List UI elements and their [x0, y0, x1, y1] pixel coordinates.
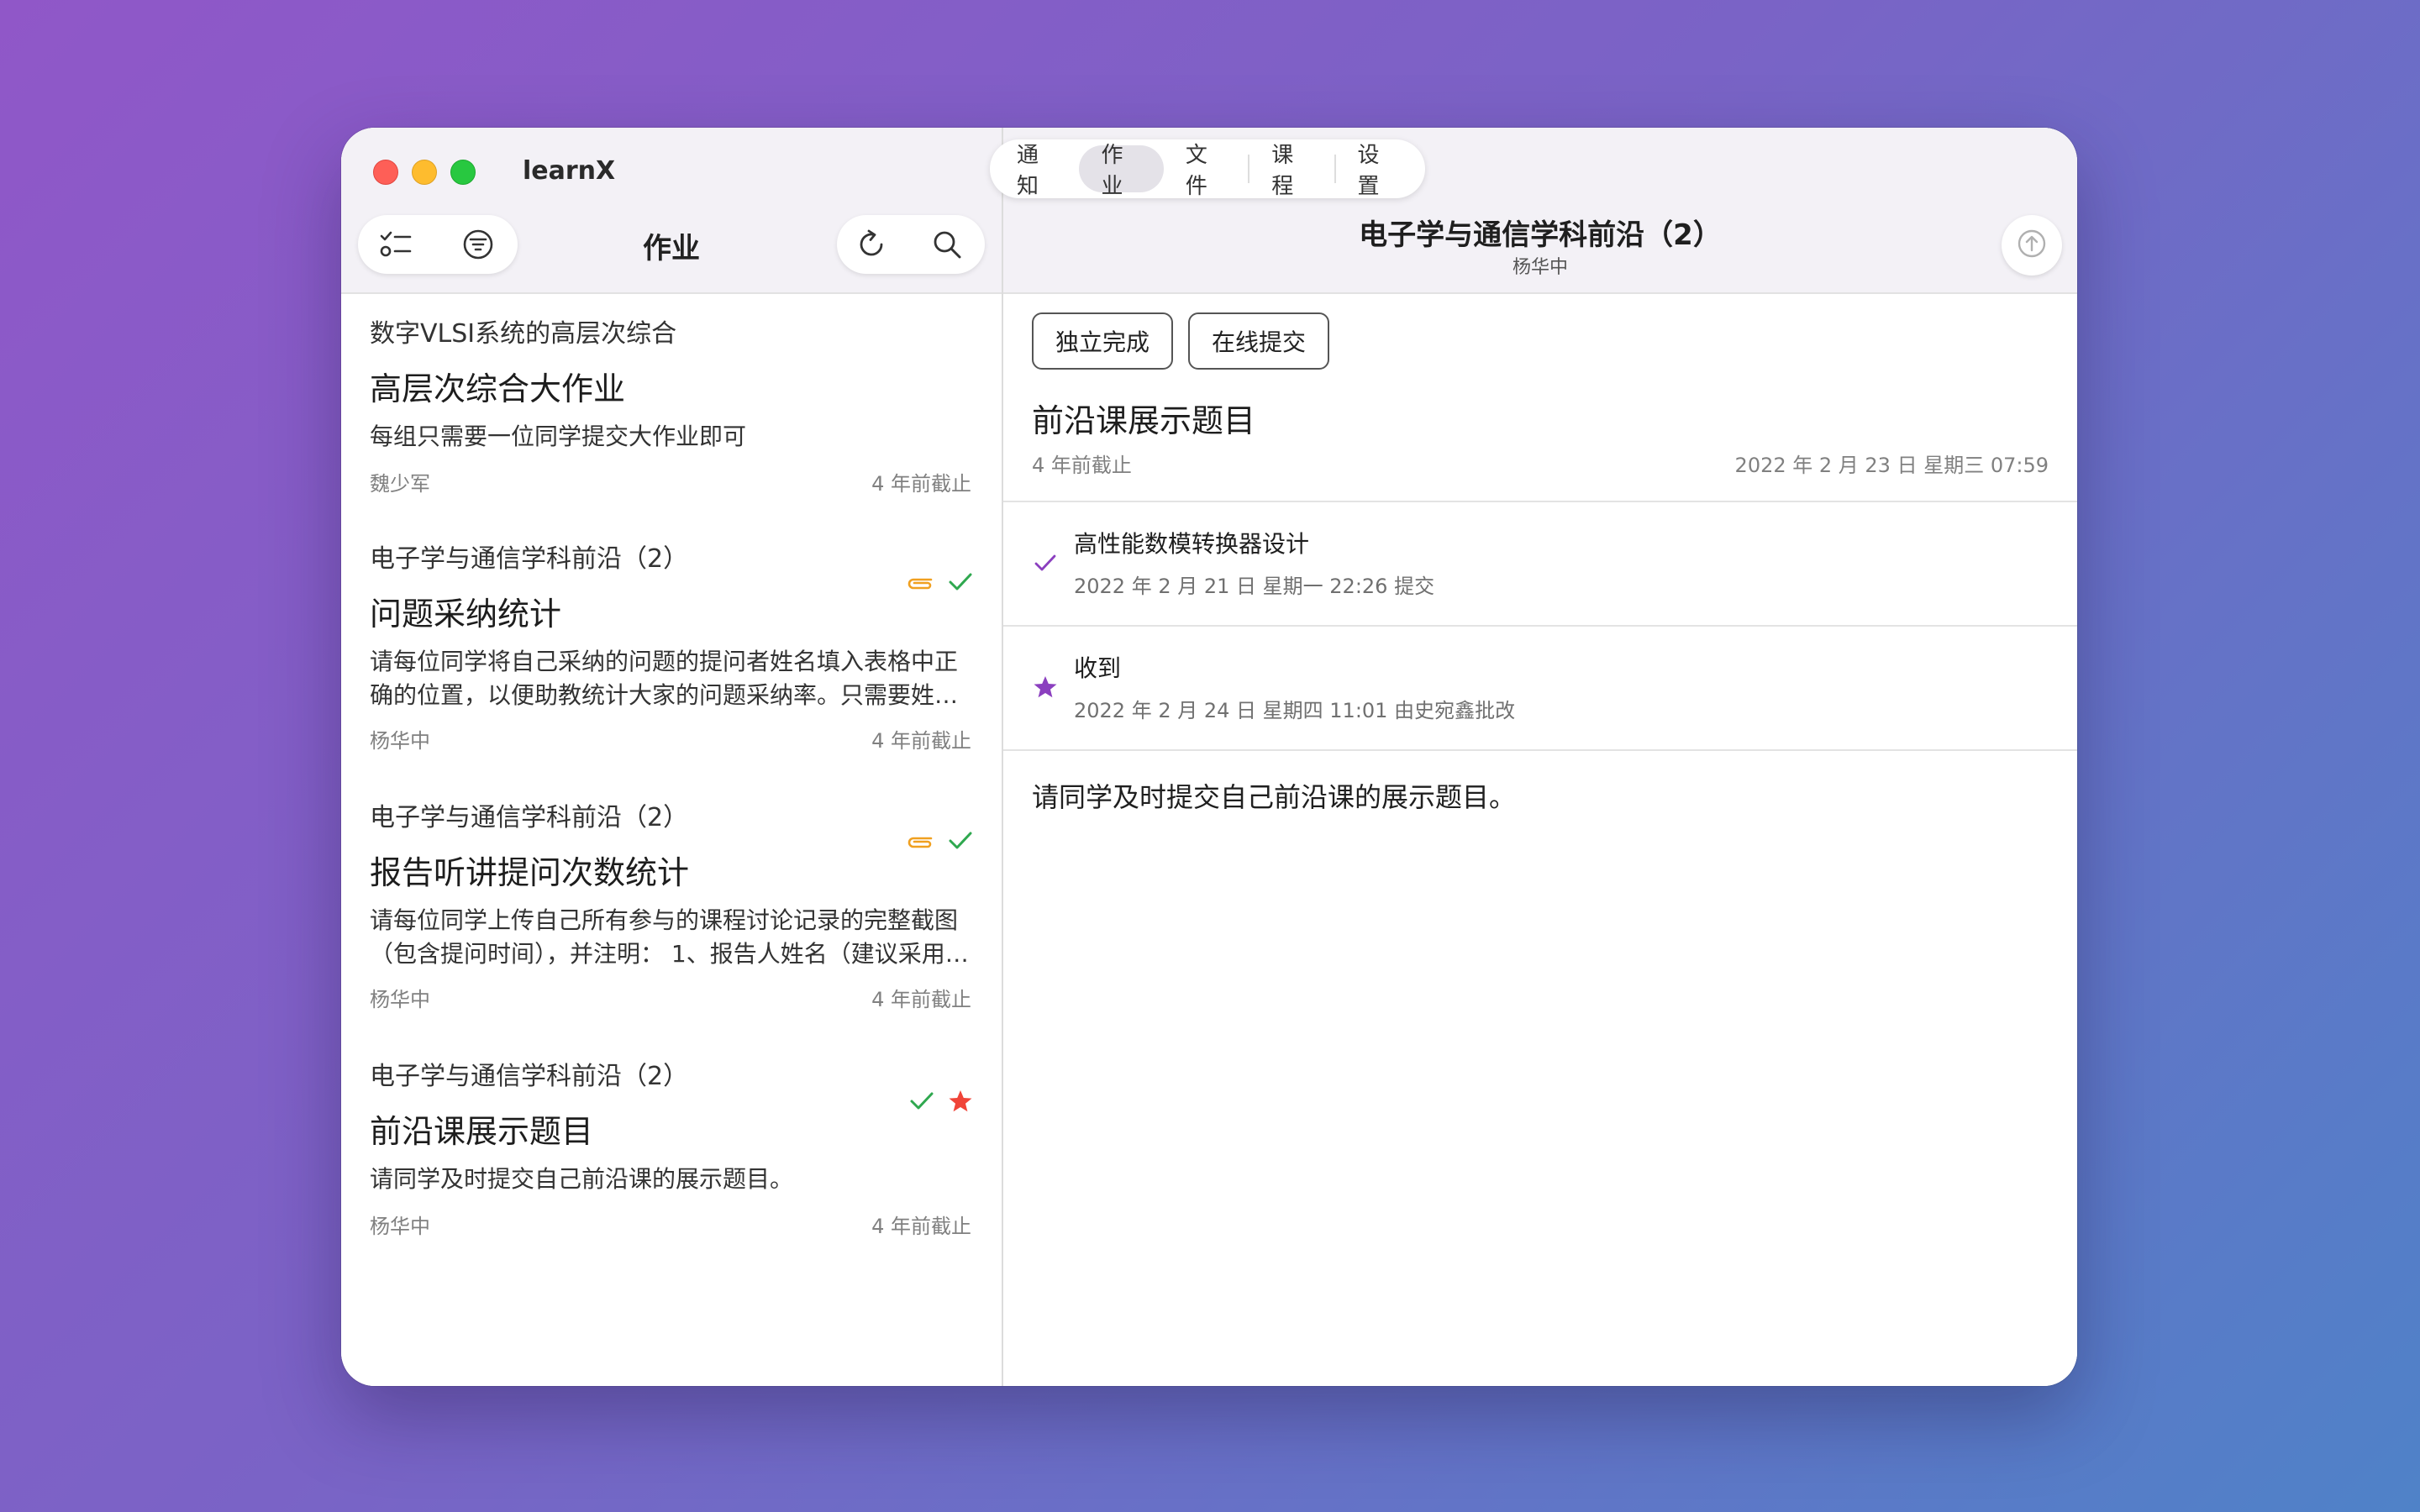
- tab-files[interactable]: 文件: [1164, 143, 1248, 199]
- attachment-icon: [906, 832, 934, 853]
- check-icon: [948, 830, 973, 855]
- grade-row[interactable]: 收到 2022 年 2 月 24 日 星期四 11:01 由史宛鑫批改: [1003, 627, 2077, 749]
- detail-course-title: 电子学与通信学科前沿（2）: [1359, 218, 1722, 252]
- star-icon: [1028, 670, 1062, 704]
- item-due: 4 年前截止: [871, 1215, 971, 1238]
- item-due: 4 年前截止: [871, 472, 971, 496]
- assignment-list-item[interactable]: 电子学与通信学科前沿（2） 前沿课展示题目 请同学及时提交自己前沿课的展示题目。…: [341, 1037, 1002, 1295]
- item-meta: 杨华中 4 年前截止: [370, 1210, 971, 1239]
- divider: [1003, 749, 2077, 751]
- item-description: 请每位同学将自己采纳的问题的提问者姓名填入表格中正确的位置，以便助教统计大家的问…: [370, 648, 959, 709]
- item-course: 电子学与通信学科前沿（2）: [370, 1062, 689, 1091]
- due-relative: 4 年前截止: [1032, 454, 1132, 477]
- item-meta: 魏少军 4 年前截止: [370, 467, 971, 496]
- item-title: 问题采纳统计: [370, 596, 562, 633]
- tab-courses[interactable]: 课程: [1249, 143, 1334, 199]
- app-title: learnX: [523, 156, 616, 186]
- tab-settings[interactable]: 设置: [1336, 143, 1420, 199]
- grade-time: 2022 年 2 月 24 日 星期四 11:01 由史宛鑫批改: [1074, 699, 1516, 722]
- item-title: 报告听讲提问次数统计: [370, 854, 690, 891]
- item-meta: 杨华中 4 年前截止: [370, 724, 971, 753]
- check-icon: [909, 1090, 934, 1116]
- check-icon: [1028, 546, 1062, 580]
- star-icon: [948, 1089, 973, 1117]
- assignment-list: 数字VLSI系统的高层次综合 高层次综合大作业 每组只需要一位同学提交大作业即可…: [341, 294, 1002, 1295]
- app-window: learnX 作业 数字VLSI系统的高层次综合 高层次综合大作业 每组只需要一…: [341, 128, 2077, 1386]
- item-teacher: 杨华中: [370, 729, 430, 753]
- close-window-button[interactable]: [373, 160, 398, 185]
- submission-row[interactable]: 高性能数模转换器设计 2022 年 2 月 21 日 星期一 22:26 提交: [1003, 502, 2077, 625]
- item-meta: 杨华中 4 年前截止: [370, 983, 971, 1012]
- assignment-list-item[interactable]: 电子学与通信学科前沿（2） 报告听讲提问次数统计 请每位同学上传自己所有参与的课…: [341, 778, 1002, 1037]
- assignment-content: 请同学及时提交自己前沿课的展示题目。: [1032, 781, 1517, 813]
- right-toolbar-group: [837, 215, 985, 274]
- item-title: 前沿课展示题目: [370, 1113, 594, 1150]
- item-badges: [906, 571, 973, 596]
- item-course: 电子学与通信学科前沿（2）: [370, 544, 689, 574]
- due-date: 2022 年 2 月 23 日 星期三 07:59: [1734, 454, 2049, 477]
- assignment-sidebar: learnX 作业 数字VLSI系统的高层次综合 高层次综合大作业 每组只需要一…: [341, 128, 1003, 1386]
- detail-teacher: 杨华中: [1512, 257, 1568, 278]
- assignment-list-item[interactable]: 数字VLSI系统的高层次综合 高层次综合大作业 每组只需要一位同学提交大作业即可…: [341, 294, 1002, 519]
- sidebar-header: learnX 作业: [341, 128, 1002, 294]
- grade-title: 收到: [1074, 654, 1122, 682]
- item-course: 电子学与通信学科前沿（2）: [370, 803, 689, 832]
- submission-title: 高性能数模转换器设计: [1074, 530, 1310, 558]
- assignment-tags: 独立完成 在线提交: [1032, 312, 1330, 370]
- detail-header: 通知 作业 文件 课程 设置 电子学与通信学科前沿（2） 杨华中: [990, 128, 2077, 294]
- item-description: 请同学及时提交自己前沿课的展示题目。: [370, 1165, 794, 1193]
- upload-icon: [2017, 228, 2047, 262]
- assignment-title: 前沿课展示题目: [1032, 402, 1256, 439]
- item-badges: [909, 1089, 973, 1117]
- tag-individual: 独立完成: [1032, 312, 1174, 370]
- item-teacher: 杨华中: [370, 988, 430, 1011]
- item-due: 4 年前截止: [871, 729, 971, 753]
- item-teacher: 魏少军: [370, 472, 430, 496]
- item-due: 4 年前截止: [871, 988, 971, 1011]
- check-icon: [948, 571, 973, 596]
- item-course: 数字VLSI系统的高层次综合: [370, 319, 677, 349]
- submission-time: 2022 年 2 月 21 日 星期一 22:26 提交: [1074, 575, 1435, 598]
- section-tabs: 通知 作业 文件 课程 设置: [990, 139, 1425, 199]
- tab-assignments[interactable]: 作业: [1079, 143, 1164, 199]
- item-teacher: 杨华中: [370, 1215, 430, 1238]
- item-title: 高层次综合大作业: [370, 370, 626, 407]
- tag-online-submission: 在线提交: [1188, 312, 1330, 370]
- attachment-icon: [906, 573, 934, 595]
- refresh-icon[interactable]: [850, 223, 892, 265]
- minimize-window-button[interactable]: [412, 160, 437, 185]
- upload-button[interactable]: [2002, 215, 2062, 276]
- item-badges: [906, 830, 973, 855]
- item-description: 请每位同学上传自己所有参与的课程讨论记录的完整截图（包含提问时间），并注明： 1…: [370, 906, 969, 968]
- zoom-window-button[interactable]: [450, 160, 476, 185]
- item-description: 每组只需要一位同学提交大作业即可: [370, 423, 747, 450]
- assignment-list-item[interactable]: 电子学与通信学科前沿（2） 问题采纳统计 请每位同学将自己采纳的问题的提问者姓名…: [341, 519, 1002, 778]
- search-icon[interactable]: [926, 223, 968, 265]
- assignment-detail: 通知 作业 文件 课程 设置 电子学与通信学科前沿（2） 杨华中 独立完成 在线…: [990, 128, 2077, 1386]
- tab-notices[interactable]: 通知: [995, 143, 1079, 199]
